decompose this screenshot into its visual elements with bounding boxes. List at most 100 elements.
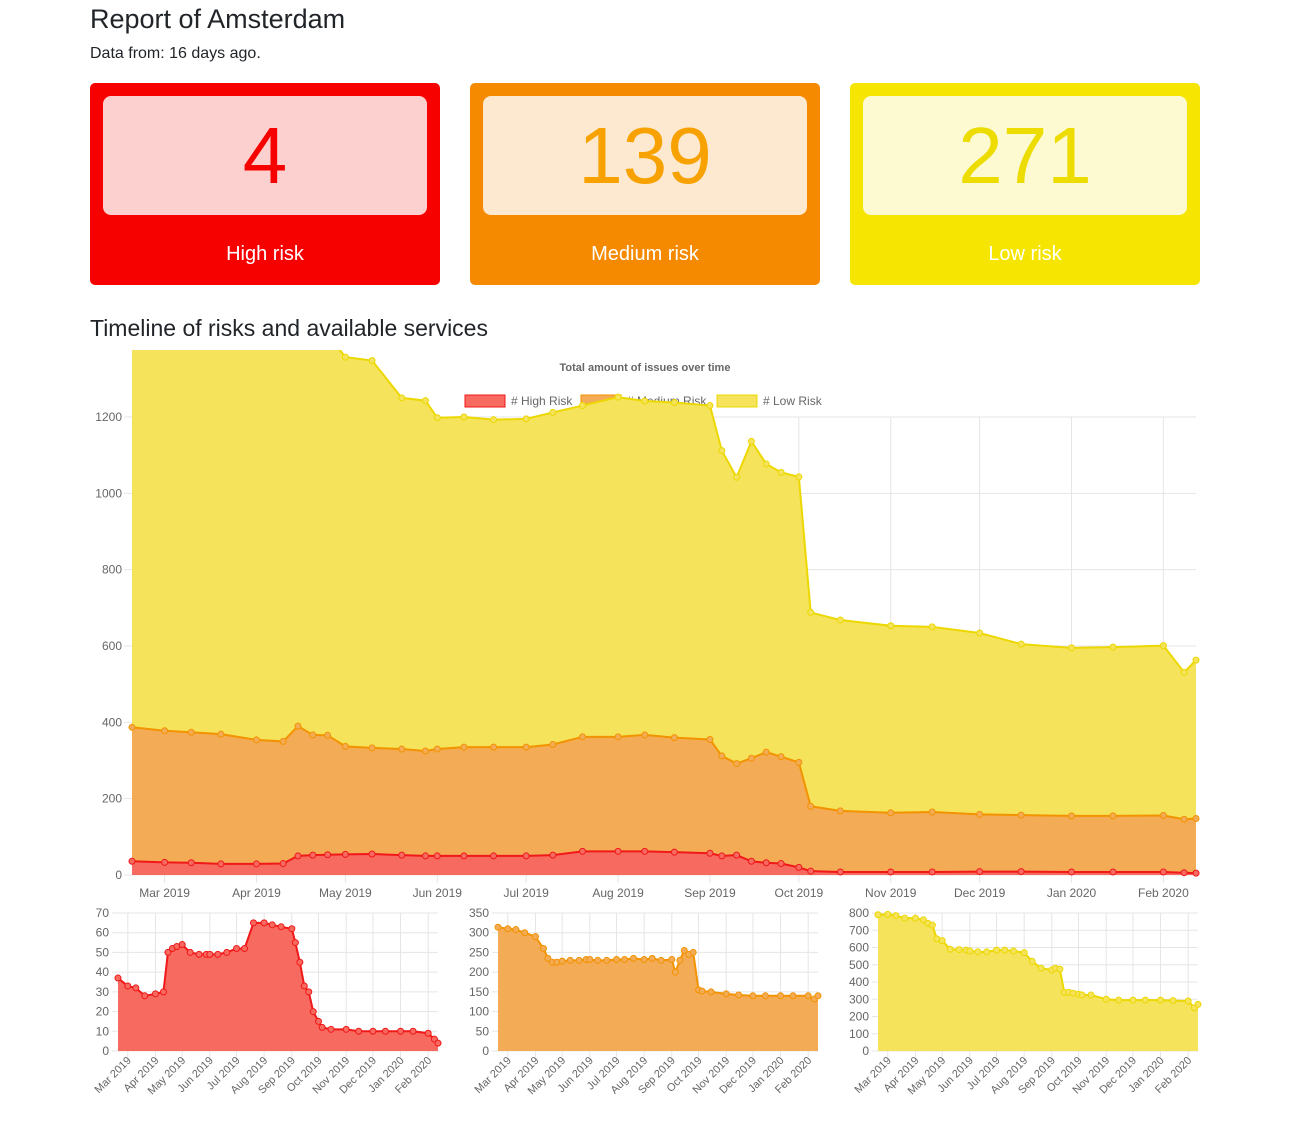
- legend-swatch: [464, 394, 506, 408]
- data-point-low: [1017, 640, 1025, 648]
- low-risk-data-point: [911, 914, 919, 922]
- legend-label: # Low Risk: [763, 394, 823, 408]
- y-tick-label: 800: [102, 563, 122, 577]
- low-risk-mini-chart[interactable]: 0100200300400500600700800Mar 2019Apr 201…: [840, 900, 1210, 1127]
- data-point-high: [795, 863, 803, 871]
- data-point-high: [976, 868, 984, 876]
- medium-risk-data-point: [761, 992, 769, 1000]
- low-risk-data-point: [1056, 965, 1064, 973]
- data-point-medium: [309, 731, 317, 739]
- total-issues-chart[interactable]: Total amount of issues over time # High R…: [0, 350, 1290, 900]
- medium-risk-data-point: [707, 988, 715, 996]
- y-tick-label: 70: [96, 906, 110, 920]
- high-risk-data-point: [397, 1027, 405, 1035]
- data-point-medium: [733, 760, 741, 768]
- data-point-low: [549, 408, 557, 416]
- low-risk-data-point: [974, 948, 982, 956]
- data-point-high: [762, 859, 770, 867]
- data-point-medium: [279, 737, 287, 745]
- legend-item-low: # Low Risk: [716, 394, 823, 408]
- medium-risk-data-point: [494, 923, 502, 931]
- low-risk-data-point: [1028, 957, 1036, 965]
- data-point-medium: [433, 745, 441, 753]
- data-point-high: [928, 868, 936, 876]
- low-risk-data-point: [1184, 997, 1192, 1005]
- y-tick-label: 200: [849, 1010, 869, 1024]
- y-tick-label: 60: [96, 926, 110, 940]
- data-point-low: [1180, 668, 1188, 676]
- high-risk-data-point: [223, 948, 231, 956]
- data-point-high: [733, 851, 741, 859]
- data-point-high: [706, 849, 714, 857]
- legend-swatch: [716, 394, 758, 408]
- data-point-low: [641, 397, 649, 405]
- low-risk-count: 271: [863, 96, 1187, 215]
- low-risk-data-point: [1129, 996, 1137, 1004]
- data-point-low: [421, 397, 429, 405]
- low-risk-card[interactable]: 271 Low risk: [850, 83, 1200, 285]
- y-tick-label: 100: [469, 1005, 489, 1019]
- low-risk-label: Low risk: [988, 243, 1062, 265]
- low-risk-data-point: [1001, 946, 1009, 954]
- data-point-high: [641, 847, 649, 855]
- low-risk-data-point: [928, 921, 936, 929]
- data-point-medium: [670, 734, 678, 742]
- y-tick-label: 50: [96, 945, 110, 959]
- data-point-high: [807, 867, 815, 875]
- x-tick-label: Sep 2019: [684, 886, 736, 900]
- data-point-low: [1192, 656, 1200, 664]
- high-risk-data-point: [124, 982, 132, 990]
- data-point-high: [341, 850, 349, 858]
- timeline-section-title: Timeline of risks and available services: [90, 315, 488, 341]
- high-risk-data-point: [132, 984, 140, 992]
- data-point-high: [187, 859, 195, 867]
- data-point-high: [433, 852, 441, 860]
- data-point-medium: [747, 754, 755, 762]
- legend-label: # High Risk: [511, 394, 573, 408]
- data-point-medium: [887, 809, 895, 817]
- high-risk-count: 4: [103, 96, 427, 215]
- y-tick-label: 150: [469, 985, 489, 999]
- high-risk-mini-chart[interactable]: 010203040506070Mar 2019Apr 2019May 2019J…: [80, 900, 450, 1127]
- data-point-high: [368, 850, 376, 858]
- medium-risk-data-point: [689, 948, 697, 956]
- low-risk-data-point: [1157, 996, 1165, 1004]
- low-risk-data-point: [1115, 996, 1123, 1004]
- high-risk-data-point: [409, 1027, 417, 1035]
- low-risk-data-point: [1037, 964, 1045, 972]
- medium-risk-card[interactable]: 139 Medium risk: [470, 83, 820, 285]
- data-point-low: [341, 353, 349, 361]
- high-risk-data-point: [195, 950, 203, 958]
- data-point-low: [1159, 642, 1167, 650]
- data-point-medium: [341, 742, 349, 750]
- high-risk-card[interactable]: 4 High risk: [90, 83, 440, 285]
- data-point-high: [522, 852, 530, 860]
- data-point-medium: [1159, 811, 1167, 819]
- data-point-low: [807, 608, 815, 616]
- medium-risk-area: [498, 927, 818, 1051]
- data-point-high: [1192, 869, 1200, 877]
- data-point-medium: [490, 743, 498, 751]
- low-risk-data-point: [884, 910, 892, 918]
- high-risk-data-point: [381, 1027, 389, 1035]
- x-tick-label: May 2019: [319, 886, 372, 900]
- low-risk-data-point: [1141, 996, 1149, 1004]
- medium-risk-mini-chart[interactable]: 050100150200250300350Mar 2019Apr 2019May…: [460, 900, 830, 1127]
- data-point-medium: [460, 743, 468, 751]
- data-point-low: [1109, 643, 1117, 651]
- medium-risk-data-point: [722, 990, 730, 998]
- high-risk-data-point: [141, 992, 149, 1000]
- medium-risk-data-point: [613, 956, 621, 964]
- y-tick-label: 250: [469, 945, 489, 959]
- data-point-medium: [614, 733, 622, 741]
- high-risk-data-point: [342, 1025, 350, 1033]
- data-point-low: [460, 413, 468, 421]
- data-point-medium: [807, 802, 815, 810]
- medium-risk-data-point: [698, 987, 706, 995]
- data-point-medium: [398, 745, 406, 753]
- data-point-medium: [522, 743, 530, 751]
- low-risk-data-point: [1087, 991, 1095, 999]
- medium-risk-data-point: [777, 992, 785, 1000]
- y-tick-label: 30: [96, 985, 110, 999]
- high-risk-data-point: [277, 923, 285, 931]
